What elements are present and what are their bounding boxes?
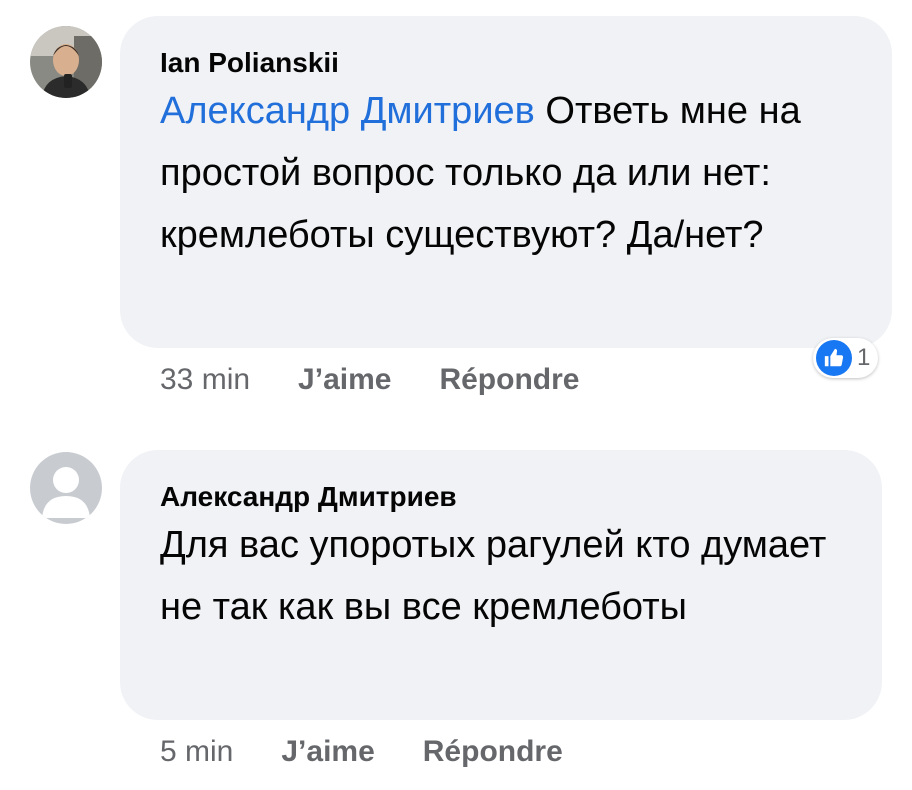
comment-actions: 5 min J’aime Répondre xyxy=(160,730,611,774)
reaction-summary[interactable]: 1 xyxy=(813,338,879,378)
default-avatar-icon xyxy=(30,452,102,524)
comment-author[interactable]: Ian Polianskii xyxy=(160,46,852,80)
comment-actions: 33 min J’aime Répondre xyxy=(160,358,627,402)
timestamp[interactable]: 5 min xyxy=(160,735,233,769)
profile-photo-icon xyxy=(30,26,102,98)
comment-author[interactable]: Александр Дмитриев xyxy=(160,480,842,514)
like-icon xyxy=(816,340,852,376)
timestamp[interactable]: 33 min xyxy=(160,363,250,397)
avatar[interactable] xyxy=(30,452,102,524)
reply-button[interactable]: Répondre xyxy=(423,735,563,769)
comment-bubble: Александр Дмитриев Для вас упоротых рагу… xyxy=(120,450,882,720)
like-button[interactable]: J’aime xyxy=(298,363,391,397)
reply-button[interactable]: Répondre xyxy=(439,363,579,397)
mention-link[interactable]: Александр Дмитриев xyxy=(160,90,535,132)
comment-bubble: Ian Polianskii Александр Дмитриев Ответь… xyxy=(120,16,892,348)
avatar[interactable] xyxy=(30,26,102,98)
comment-text: Александр Дмитриев Ответь мне на простой… xyxy=(160,80,852,266)
reaction-count: 1 xyxy=(857,344,871,371)
comment-text: Для вас упоротых рагулей кто думает не т… xyxy=(160,524,827,628)
like-button[interactable]: J’aime xyxy=(281,735,374,769)
